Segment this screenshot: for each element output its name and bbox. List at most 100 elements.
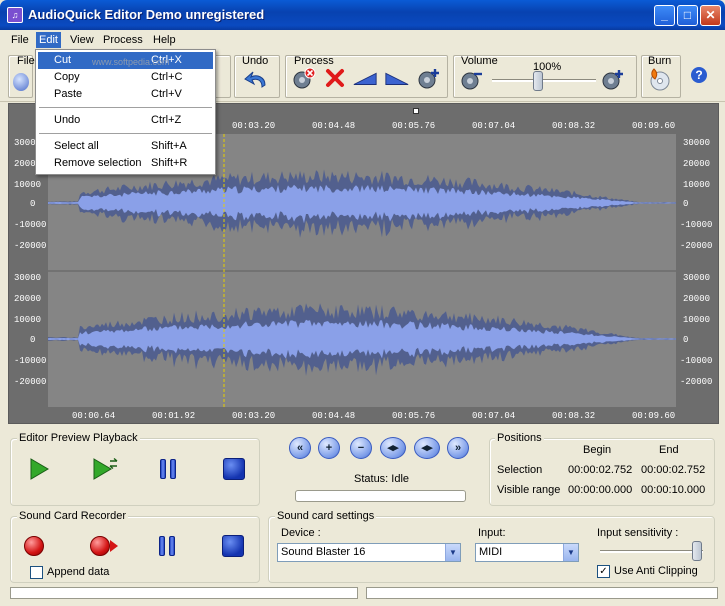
remove-silence-button[interactable] <box>291 66 317 90</box>
time-tick-bottom: 00:03.20 <box>232 411 276 421</box>
rewind-button[interactable]: « <box>289 437 311 459</box>
chevron-down-icon[interactable]: ▼ <box>563 544 578 561</box>
menu-item-remove-selection[interactable]: Remove selection Shift+R <box>38 155 213 172</box>
stop-button[interactable] <box>220 456 248 482</box>
menu-help[interactable]: Help <box>150 32 179 48</box>
input-select-value: MIDI <box>479 546 503 558</box>
menu-process[interactable]: Process <box>100 32 146 48</box>
delete-button[interactable] <box>322 66 348 90</box>
volume-slider-thumb[interactable] <box>533 71 543 91</box>
edit-menu-dropdown: Cut Ctrl+X Copy Ctrl+C Paste Ctrl+V Undo… <box>35 49 216 175</box>
menu-item-shortcut: Shift+R <box>151 157 188 169</box>
playback-progress-bar <box>295 490 466 502</box>
open-file-icon[interactable] <box>13 73 29 91</box>
pause-icon <box>160 459 166 479</box>
menu-edit[interactable]: Edit <box>36 32 61 48</box>
fade-in-icon <box>353 72 377 85</box>
menu-item-paste[interactable]: Paste Ctrl+V <box>38 86 213 103</box>
pause-icon <box>170 459 176 479</box>
sensitivity-slider-track[interactable] <box>600 550 703 553</box>
play-button[interactable] <box>25 456 53 482</box>
minimize-button[interactable]: _ <box>654 5 675 26</box>
help-icon[interactable]: ? <box>691 67 707 83</box>
speaker-plus-icon <box>602 70 623 90</box>
menu-item-shortcut: Ctrl+Z <box>151 114 182 126</box>
amp-tick-left: 10000 <box>14 180 42 190</box>
burn-cd-button[interactable] <box>646 67 672 91</box>
zoom-selection-button[interactable]: ◂▸ <box>380 437 406 459</box>
time-tick-bottom: 00:05.76 <box>392 411 436 421</box>
record-pause-button[interactable] <box>153 533 181 559</box>
scroll-position-marker[interactable] <box>413 108 419 114</box>
waveform-app-icon[interactable]: ♫ <box>7 7 23 23</box>
speaker-plus-icon <box>418 69 439 89</box>
menu-file[interactable]: File <box>8 32 32 48</box>
record-stop-button[interactable] <box>219 533 247 559</box>
chevron-down-icon[interactable]: ▼ <box>445 544 460 561</box>
pause-icon <box>169 536 175 556</box>
amp-tick-right: 0 <box>683 199 689 209</box>
burn-group-label: Burn <box>648 55 672 67</box>
amp-tick-right: 10000 <box>683 180 711 190</box>
time-tick-top: 00:09.60 <box>632 121 676 131</box>
input-select[interactable]: MIDI ▼ <box>475 543 579 562</box>
undo-group-label: Undo <box>242 55 269 67</box>
record-play-button[interactable] <box>88 533 120 559</box>
status-label: Status: Idle <box>354 473 410 485</box>
fade-out-button[interactable] <box>384 66 410 90</box>
sensitivity-slider-thumb[interactable] <box>692 541 702 561</box>
close-button[interactable]: ✕ <box>700 5 721 26</box>
play-loop-button[interactable] <box>91 456 119 482</box>
menu-view[interactable]: View <box>67 32 97 48</box>
pause-button[interactable] <box>154 456 182 482</box>
fade-out-icon <box>385 72 409 85</box>
speaker-minus-icon <box>461 72 482 90</box>
fast-forward-button[interactable]: » <box>447 437 469 459</box>
anti-clipping-checkbox[interactable]: ✓ <box>597 565 610 578</box>
amp-tick-left: 0 <box>30 199 36 209</box>
amp-tick-left: 10000 <box>14 315 42 325</box>
menu-item-shortcut: Ctrl+C <box>151 71 183 83</box>
menu-item-undo[interactable]: Undo Ctrl+Z <box>38 112 213 129</box>
record-button[interactable] <box>20 533 48 559</box>
menu-item-copy[interactable]: Copy Ctrl+C <box>38 69 213 86</box>
zoom-all-button[interactable]: ◂▸ <box>414 437 440 459</box>
time-tick-top: 00:03.20 <box>232 121 276 131</box>
pause-icon <box>159 536 165 556</box>
append-data-checkbox[interactable] <box>30 566 43 579</box>
menu-separator <box>39 133 212 134</box>
time-tick-top: 00:05.76 <box>392 121 436 131</box>
time-tick-bottom: 00:01.92 <box>152 411 196 421</box>
volume-down-button[interactable] <box>459 67 485 91</box>
speaker-delete-icon <box>293 67 316 89</box>
amp-tick-left: -20000 <box>14 241 47 251</box>
menu-item-select-all[interactable]: Select all Shift+A <box>38 138 213 155</box>
fade-in-button[interactable] <box>352 66 378 90</box>
volume-up-button[interactable] <box>600 67 626 91</box>
time-tick-bottom: 00:00.64 <box>72 411 116 421</box>
input-sensitivity-label: Input sensitivity : <box>597 527 679 539</box>
visible-begin-value: 00:00:00.000 <box>568 484 633 496</box>
stop-icon <box>222 535 244 557</box>
record-play-icon <box>90 536 110 556</box>
device-select[interactable]: Sound Blaster 16 ▼ <box>277 543 461 562</box>
undo-button[interactable] <box>243 68 269 92</box>
menu-item-label: Cut <box>54 54 72 66</box>
time-tick-top: 00:04.48 <box>312 121 356 131</box>
play-triangle-icon <box>110 540 118 552</box>
play-loop-icon <box>93 457 118 480</box>
amp-tick-right: -10000 <box>680 356 713 366</box>
edit-toolbar-group <box>214 55 231 98</box>
amp-tick-right: 0 <box>683 335 689 345</box>
append-data-label: Append data <box>47 566 110 578</box>
menu-item-label: Select all <box>54 140 99 152</box>
zoom-in-button[interactable]: + <box>318 437 340 459</box>
amplify-button[interactable] <box>416 66 442 90</box>
selection-end-value: 00:00:02.752 <box>641 464 706 476</box>
play-icon <box>30 458 49 480</box>
amp-tick-left: -10000 <box>14 356 47 366</box>
volume-slider-track[interactable] <box>492 79 596 82</box>
zoom-out-button[interactable]: − <box>350 437 372 459</box>
status-bar-right <box>366 587 718 599</box>
maximize-button[interactable]: □ <box>677 5 698 26</box>
